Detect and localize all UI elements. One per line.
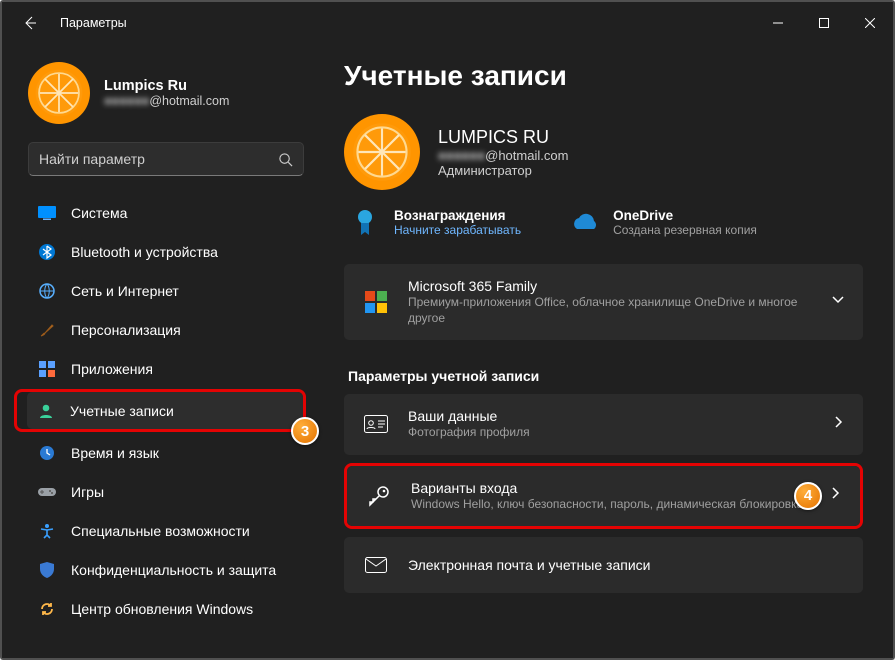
m365-icon	[362, 288, 390, 316]
nav-label: Приложения	[71, 361, 153, 377]
cloud-icon	[569, 208, 599, 238]
card-title: Электронная почта и учетные записи	[408, 557, 845, 573]
card-m365[interactable]: Microsoft 365 Family Премиум-приложения …	[344, 264, 863, 340]
rewards-sub[interactable]: Начните зарабатывать	[394, 223, 521, 237]
titlebar: Параметры	[2, 2, 893, 44]
onedrive-title: OneDrive	[613, 208, 757, 223]
section-label: Параметры учетной записи	[348, 368, 863, 384]
settings-window: Параметры	[2, 2, 893, 658]
close-icon	[865, 18, 875, 28]
orange-slice-icon	[350, 120, 414, 184]
rewards-title: Вознаграждения	[394, 208, 521, 223]
globe-icon	[38, 282, 56, 300]
apps-icon	[38, 360, 56, 378]
highlight-signin: Варианты входа Windows Hello, ключ безоп…	[344, 463, 863, 529]
nav-update[interactable]: Центр обновления Windows	[28, 590, 304, 627]
window-title: Параметры	[60, 16, 127, 30]
hero-email: ■■■■■■@hotmail.com	[438, 148, 568, 163]
user-name: Lumpics Ru	[104, 78, 229, 94]
nav-label: Игры	[71, 484, 104, 500]
mail-icon	[362, 551, 390, 579]
card-title: Microsoft 365 Family	[408, 278, 813, 294]
search-input[interactable]	[39, 151, 278, 167]
close-button[interactable]	[847, 7, 893, 39]
nav-label: Сеть и Интернет	[71, 283, 179, 299]
arrow-left-icon	[22, 15, 38, 31]
update-icon	[38, 600, 56, 618]
bluetooth-icon	[38, 243, 56, 261]
search-box[interactable]	[28, 142, 304, 176]
nav-label: Учетные записи	[70, 403, 174, 419]
card-email-accounts[interactable]: Электронная почта и учетные записи	[344, 537, 863, 593]
orange-slice-icon	[33, 67, 85, 119]
nav-system[interactable]: Система	[28, 194, 304, 231]
nav-time[interactable]: Время и язык	[28, 434, 304, 471]
id-card-icon	[362, 410, 390, 438]
nav-gaming[interactable]: Игры	[28, 473, 304, 510]
nav-label: Персонализация	[71, 322, 181, 338]
rewards-icon	[350, 208, 380, 238]
onedrive-sub: Создана резервная копия	[613, 223, 757, 237]
nav-accessibility[interactable]: Специальные возможности	[28, 512, 304, 549]
nav-label: Система	[71, 205, 127, 221]
nav-label: Центр обновления Windows	[71, 601, 253, 617]
hero-name: LUMPICS RU	[438, 127, 568, 148]
card-your-info[interactable]: Ваши данные Фотография профиля	[344, 394, 863, 454]
nav-privacy[interactable]: Конфиденциальность и защита	[28, 551, 304, 588]
sidebar: Lumpics Ru ■■■■■■@hotmail.com Система Bl	[2, 44, 314, 658]
hero-role: Администратор	[438, 163, 568, 178]
person-icon	[37, 402, 55, 420]
search-icon	[278, 152, 293, 167]
clock-icon	[38, 444, 56, 462]
sidebar-user-profile[interactable]: Lumpics Ru ■■■■■■@hotmail.com	[28, 62, 304, 124]
callout-badge-3: 3	[291, 417, 319, 445]
card-signin-options[interactable]: Варианты входа Windows Hello, ключ безоп…	[347, 466, 860, 526]
nav-label: Время и язык	[71, 445, 159, 461]
card-sub: Фотография профиля	[408, 424, 815, 440]
promo-row: Вознаграждения Начните зарабатывать OneD…	[344, 208, 863, 238]
user-email: ■■■■■■@hotmail.com	[104, 94, 229, 108]
shield-icon	[38, 561, 56, 579]
chevron-right-icon	[830, 486, 842, 505]
minimize-button[interactable]	[755, 7, 801, 39]
page-title: Учетные записи	[344, 60, 863, 92]
onedrive-promo[interactable]: OneDrive Создана резервная копия	[569, 208, 757, 238]
chevron-down-icon	[831, 293, 845, 312]
nav-list: Система Bluetooth и устройства Сеть и Ин…	[28, 194, 304, 627]
card-sub: Премиум-приложения Office, облачное хран…	[408, 294, 813, 326]
nav-bluetooth[interactable]: Bluetooth и устройства	[28, 233, 304, 270]
account-hero: LUMPICS RU ■■■■■■@hotmail.com Администра…	[344, 114, 863, 190]
minimize-icon	[773, 18, 783, 28]
nav-network[interactable]: Сеть и Интернет	[28, 272, 304, 309]
nav-label: Конфиденциальность и защита	[71, 562, 276, 578]
nav-label: Специальные возможности	[71, 523, 250, 539]
callout-badge-4: 4	[794, 482, 822, 510]
avatar	[28, 62, 90, 124]
nav-accounts[interactable]: Учетные записи	[27, 392, 303, 429]
maximize-button[interactable]	[801, 7, 847, 39]
highlight-accounts: Учетные записи 3	[14, 389, 306, 432]
gamepad-icon	[38, 483, 56, 501]
display-icon	[38, 204, 56, 222]
card-sub: Windows Hello, ключ безопасности, пароль…	[411, 496, 812, 512]
rewards-promo[interactable]: Вознаграждения Начните зарабатывать	[350, 208, 521, 238]
nav-personalization[interactable]: Персонализация	[28, 311, 304, 348]
maximize-icon	[819, 18, 829, 28]
card-title: Варианты входа	[411, 480, 812, 496]
avatar	[344, 114, 420, 190]
back-button[interactable]	[10, 3, 50, 43]
chevron-right-icon	[833, 415, 845, 434]
nav-apps[interactable]: Приложения	[28, 350, 304, 387]
nav-label: Bluetooth и устройства	[71, 244, 218, 260]
brush-icon	[38, 321, 56, 339]
card-title: Ваши данные	[408, 408, 815, 424]
main-panel: Учетные записи LUMPICS RU ■■	[314, 44, 893, 658]
accessibility-icon	[38, 522, 56, 540]
key-icon	[365, 482, 393, 510]
window-controls	[755, 7, 893, 39]
